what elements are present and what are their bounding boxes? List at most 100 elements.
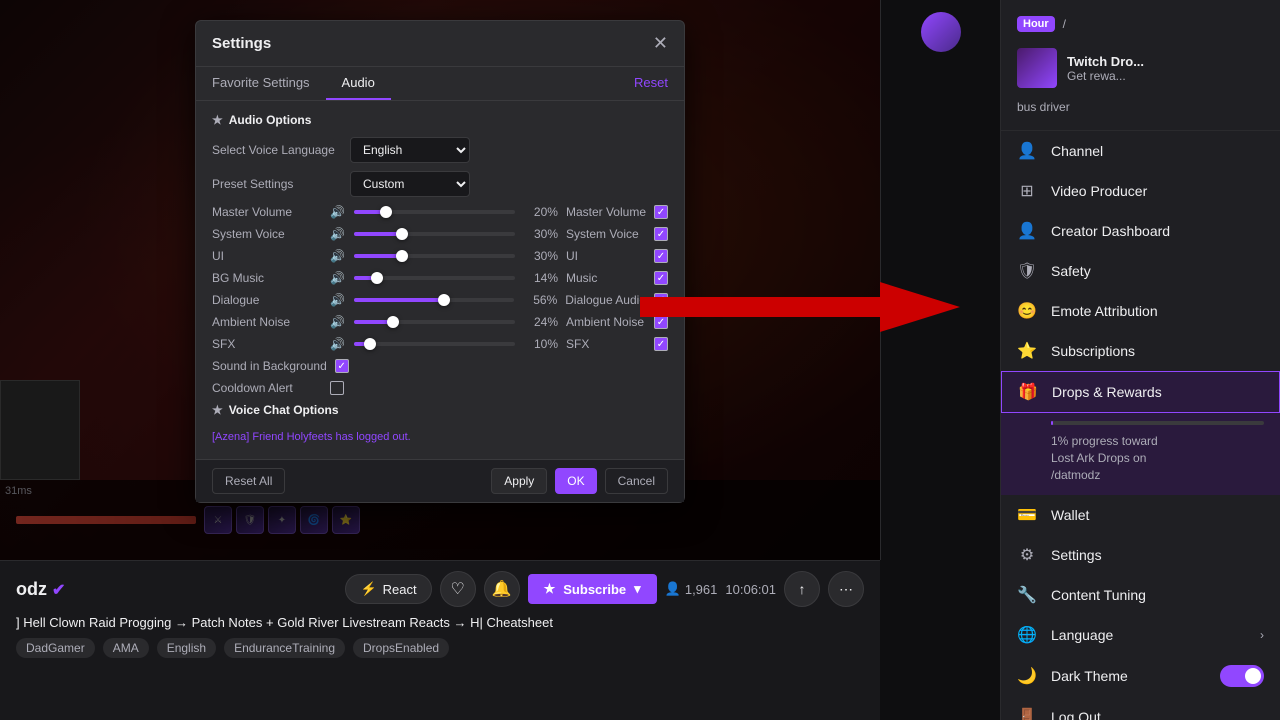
sidebar-item-creator-dashboard[interactable]: 👤Creator Dashboard: [1001, 211, 1280, 251]
slider-row-master-volume: Master Volume🔊20%Master Volume✓: [212, 205, 668, 219]
slider-track-2[interactable]: [354, 254, 515, 258]
verified-badge: ✔: [52, 582, 65, 599]
slider-thumb-4[interactable]: [438, 294, 450, 306]
tab-reset[interactable]: Reset: [618, 67, 684, 100]
settings-icon: ⚙: [1017, 545, 1037, 565]
slider-row-sfx: SFX🔊10%SFX✓: [212, 337, 668, 351]
sidebar-item-wallet[interactable]: 💳Wallet: [1001, 495, 1280, 535]
slider-name-right-4: Dialogue Audio: [565, 293, 646, 307]
slider-label-6: SFX: [212, 337, 322, 351]
slider-thumb-1[interactable]: [396, 228, 408, 240]
sidebar-label-log-out: Log Out: [1051, 709, 1264, 720]
heart-button[interactable]: ♡: [440, 571, 476, 607]
channel-icon: 👤: [1017, 141, 1037, 161]
slider-checkbox-0[interactable]: ✓: [654, 205, 668, 219]
slider-value-2: 30%: [523, 249, 558, 263]
slider-row-ambient-noise: Ambient Noise🔊24%Ambient Noise✓: [212, 315, 668, 329]
sidebar-item-language[interactable]: 🌐Language›: [1001, 615, 1280, 655]
more-button[interactable]: ⋯: [828, 571, 864, 607]
slider-thumb-6[interactable]: [364, 338, 376, 350]
slider-fill-4: [354, 298, 444, 302]
slider-thumb-2[interactable]: [396, 250, 408, 262]
sidebar-label-content-tuning: Content Tuning: [1051, 587, 1264, 603]
drops-progress-bar: [1051, 421, 1264, 425]
video-producer-icon: ⊞: [1017, 181, 1037, 201]
slider-track-4[interactable]: [354, 298, 514, 302]
streamer-row: odz ✔ ⚡ React ♡ 🔔 ★ Subscribe ▾ 👤 1,961 …: [16, 571, 864, 607]
preset-settings-select[interactable]: Custom: [350, 171, 470, 197]
slider-track-5[interactable]: [354, 320, 515, 324]
tag-dropsenabled[interactable]: DropsEnabled: [353, 638, 449, 658]
hour-badge: Hour: [1017, 16, 1055, 32]
tab-favorite-settings[interactable]: Favorite Settings: [196, 67, 326, 100]
slider-track-1[interactable]: [354, 232, 515, 236]
slider-checkbox-3[interactable]: ✓: [654, 271, 668, 285]
twitch-drop-row[interactable]: Twitch Dro... Get rewa...: [1001, 40, 1280, 96]
slider-checkbox-6[interactable]: ✓: [654, 337, 668, 351]
reset-all-button[interactable]: Reset All: [212, 468, 285, 494]
sidebar-item-video-producer[interactable]: ⊞Video Producer: [1001, 171, 1280, 211]
slider-track-3[interactable]: [354, 276, 515, 280]
audio-section-header: ★ Audio Options: [212, 113, 668, 127]
cancel-button[interactable]: Cancel: [605, 468, 668, 494]
slider-checkbox-1[interactable]: ✓: [654, 227, 668, 241]
sidebar-item-log-out[interactable]: 🚪Log Out: [1001, 697, 1280, 720]
star-icon-sub: ★: [544, 581, 556, 597]
streamer-name: odz ✔: [16, 579, 65, 600]
sidebar-item-drops-rewards[interactable]: 🎁 Drops & Rewards: [1001, 371, 1280, 413]
drops-rewards-icon: 🎁: [1018, 382, 1038, 402]
dark-theme-toggle[interactable]: [1220, 665, 1264, 687]
slider-row-bg-music: BG Music🔊14%Music✓: [212, 271, 668, 285]
sidebar-label-subscriptions: Subscriptions: [1051, 343, 1264, 359]
speaker-icon-6: 🔊: [330, 337, 346, 351]
slider-value-6: 10%: [523, 337, 558, 351]
slider-name-right-0: Master Volume: [566, 205, 646, 219]
drops-submenu: 1% progress toward Lost Ark Drops on /da…: [1001, 413, 1280, 495]
share-button[interactable]: ↑: [784, 571, 820, 607]
slider-track-6[interactable]: [354, 342, 515, 346]
apply-button[interactable]: Apply: [491, 468, 547, 494]
cooldown-alert-checkbox[interactable]: [330, 381, 344, 395]
sidebar-item-subscriptions[interactable]: ⭐Subscriptions: [1001, 331, 1280, 371]
tag-english[interactable]: English: [157, 638, 216, 658]
tab-audio[interactable]: Audio: [326, 67, 391, 100]
slider-checkbox-2[interactable]: ✓: [654, 249, 668, 263]
sidebar-item-channel[interactable]: 👤 Channel: [1001, 131, 1280, 171]
voice-language-select[interactable]: English: [350, 137, 470, 163]
slider-checkbox-4[interactable]: ✓: [654, 293, 668, 307]
tag-endurancetraining[interactable]: EnduranceTraining: [224, 638, 345, 658]
ok-button[interactable]: OK: [555, 468, 596, 494]
content-tuning-icon: 🔧: [1017, 585, 1037, 605]
sound-in-bg-checkbox[interactable]: ✓: [335, 359, 349, 373]
slider-thumb-0[interactable]: [380, 206, 392, 218]
slider-label-1: System Voice: [212, 227, 322, 241]
sidebar-label-settings: Settings: [1051, 547, 1264, 563]
slider-track-0[interactable]: [354, 210, 515, 214]
slider-checkbox-5[interactable]: ✓: [654, 315, 668, 329]
language-icon: 🌐: [1017, 625, 1037, 645]
sidebar-label-channel: Channel: [1051, 143, 1264, 159]
side-panel-content: [881, 0, 1000, 64]
sound-in-bg-label: Sound in Background: [212, 359, 327, 373]
modal-close-button[interactable]: ✕: [653, 33, 668, 54]
tag-ama[interactable]: AMA: [103, 638, 149, 658]
subscribe-button[interactable]: ★ Subscribe ▾: [528, 574, 657, 604]
react-label: React: [383, 582, 417, 597]
slider-label-5: Ambient Noise: [212, 315, 322, 329]
drop-avatar: [1017, 48, 1057, 88]
bell-button[interactable]: 🔔: [484, 571, 520, 607]
react-button[interactable]: ⚡ React: [345, 574, 431, 604]
slider-thumb-5[interactable]: [387, 316, 399, 328]
sidebar-item-settings[interactable]: ⚙ Settings: [1001, 535, 1280, 575]
tag-dadgamer[interactable]: DadGamer: [16, 638, 95, 658]
slider-thumb-3[interactable]: [371, 272, 383, 284]
sidebar-item-content-tuning[interactable]: 🔧 Content Tuning: [1001, 575, 1280, 615]
slider-value-0: 20%: [523, 205, 558, 219]
sidebar-label-wallet: Wallet: [1051, 507, 1264, 523]
sidebar-item-dark-theme[interactable]: 🌙Dark Theme: [1001, 655, 1280, 697]
sidebar-item-safety[interactable]: 🛡Safety: [1001, 251, 1280, 291]
slider-label-3: BG Music: [212, 271, 322, 285]
creator-dashboard-icon: 👤: [1017, 221, 1037, 241]
sidebar-item-emote-attribution[interactable]: 😊Emote Attribution: [1001, 291, 1280, 331]
sidebar-label-drops-rewards: Drops & Rewards: [1052, 384, 1263, 400]
